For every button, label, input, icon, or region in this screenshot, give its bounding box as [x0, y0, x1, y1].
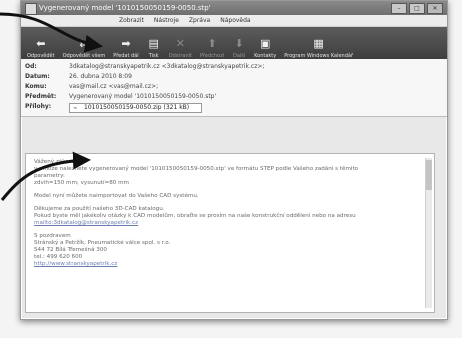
close-button[interactable]: ✕	[427, 3, 443, 14]
email-link[interactable]: mailto:3dkatalog@stranskyapetrik.cz	[34, 220, 138, 226]
to-value[interactable]: vas@mail.cz <vas@mail.cz>;	[69, 82, 158, 92]
toolbar-button-reply-all[interactable]: ⇇ Odpovědět všem	[59, 29, 110, 60]
toolbar: ⬅ Odpovědět ⇇ Odpovědět všem ➡ Předat dál ▤ Tis…	[21, 27, 447, 59]
date-value: 26. dubna 2010 8:09	[69, 73, 132, 80]
body-line: Děkujeme za použití našeho 3D-CAD katalo…	[34, 206, 165, 212]
scrollbar[interactable]	[425, 158, 432, 308]
body-line: parametry:	[34, 173, 65, 179]
toolbar-button-reply[interactable]: ⬅ Odpovědět	[23, 29, 59, 60]
toolbar-button-delete[interactable]: ✕ Odstranit	[165, 29, 196, 60]
toolbar-button-previous[interactable]: ⬆ Předchozí	[196, 29, 228, 60]
reply-all-icon: ⇇	[79, 37, 89, 50]
signature-line: tel.: 499 620 600	[34, 254, 83, 260]
toolbar-button-label: Odpovědět všem	[62, 53, 106, 59]
body-line: v příloze naleznete vygenerovaný model '…	[34, 166, 359, 172]
menu-help[interactable]: Nápověda	[220, 15, 250, 26]
body-line: zdvih=150 mm; vysunutí=80 mm	[34, 180, 129, 186]
forward-icon: ➡	[121, 37, 131, 50]
maximize-button[interactable]: □	[409, 3, 425, 14]
paperclip-icon: ⌁	[73, 104, 78, 112]
menu-message[interactable]: Zpráva	[189, 15, 210, 26]
next-icon: ⬇	[234, 37, 244, 50]
body-greeting: Vážený zákazníku,	[34, 159, 86, 165]
toolbar-button-label: Kontakty	[254, 53, 277, 59]
toolbar-button-label: Předchozí	[200, 53, 225, 59]
print-icon: ▤	[148, 37, 159, 50]
reply-icon: ⬅	[36, 37, 46, 50]
message-headers: Od: 3dkatalog@stranskyapetrik.cz <3dkata…	[21, 59, 447, 117]
toolbar-button-calendar[interactable]: ▦ Program Windows Kalendář	[280, 29, 357, 60]
subject-value: Vygenerovaný model '1010150050159-0050.s…	[69, 93, 217, 100]
menu-tools[interactable]: Nástroje	[154, 15, 179, 26]
toolbar-button-next[interactable]: ⬇ Další	[228, 29, 250, 60]
toolbar-button-label: Předat dál	[113, 53, 139, 59]
signature-line: S pozdravem	[34, 233, 71, 239]
menu-view[interactable]: Zobrazit	[119, 15, 144, 26]
toolbar-button-label: Odpovědět	[27, 53, 55, 59]
title-bar: Vygenerovaný model '1010150050159-0050.s…	[21, 1, 447, 15]
mail-window: Vygenerovaný model '1010150050159-0050.s…	[20, 0, 448, 320]
scrollbar-thumb[interactable]	[426, 160, 432, 190]
message-body[interactable]: Vážený zákazníku, v příloze naleznete vy…	[25, 153, 435, 313]
website-link[interactable]: http://www.stranskyapetrik.cz	[34, 261, 117, 267]
attachments-label: Přílohy:	[25, 103, 52, 110]
window-title: Vygenerovaný model '1010150050159-0050.s…	[39, 4, 211, 12]
body-line: Model nyní můžete naimportovat do Vašeho…	[34, 193, 199, 199]
menu-bar: Zobrazit Nástroje Zpráva Nápověda	[21, 15, 447, 27]
from-value[interactable]: 3dkatalog@stranskyapetrik.cz <3dkatalog@…	[69, 62, 264, 72]
delete-icon: ✕	[175, 37, 185, 50]
toolbar-button-print[interactable]: ▤ Tisk	[143, 29, 165, 60]
calendar-icon: ▦	[313, 37, 324, 50]
to-label: Komu:	[25, 83, 47, 90]
toolbar-button-contacts[interactable]: ▣ Kontakty	[250, 29, 280, 60]
previous-icon: ⬆	[207, 37, 217, 50]
from-label: Od:	[25, 63, 37, 70]
contacts-icon: ▣	[259, 37, 271, 50]
toolbar-button-forward[interactable]: ➡ Předat dál	[109, 29, 142, 60]
toolbar-button-label: Tisk	[148, 53, 159, 59]
attachment-file[interactable]: ⌁ 1010150050159-0050.zip (321 kB)	[69, 103, 203, 113]
toolbar-button-label: Další	[232, 53, 246, 59]
attachment-name: 1010150050159-0050.zip (321 kB)	[84, 104, 190, 111]
message-icon	[25, 3, 37, 15]
minimize-button[interactable]: –	[391, 3, 407, 14]
signature-line: Stránský a Petržík, Pneumatické válce sp…	[34, 240, 171, 246]
toolbar-button-label: Program Windows Kalendář	[284, 53, 354, 59]
body-line: Pokud byste měl jakékoliv otázky k CAD m…	[34, 213, 356, 219]
window-controls: – □ ✕	[391, 3, 443, 14]
toolbar-button-label: Odstranit	[168, 53, 192, 59]
subject-label: Předmět:	[25, 93, 57, 100]
date-label: Datum:	[25, 73, 50, 80]
signature-line: 544 72 Bílá Třemešná 300	[34, 247, 107, 253]
